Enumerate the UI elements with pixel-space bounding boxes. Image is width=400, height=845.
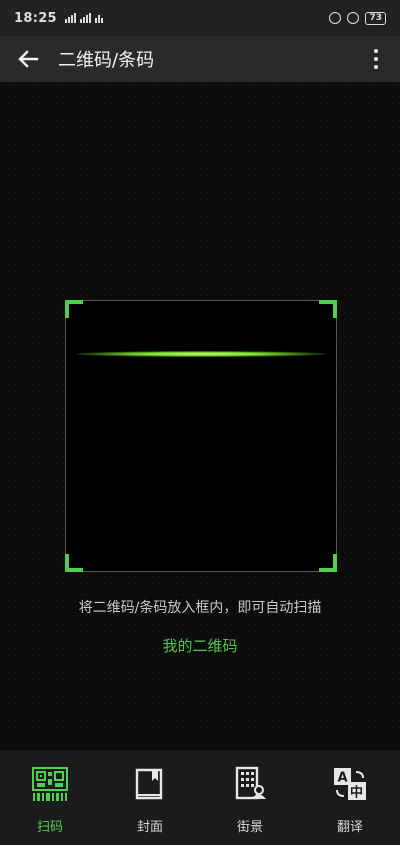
frame-corner [65, 300, 83, 318]
clock-icon [347, 12, 360, 24]
my-qr-code-link[interactable]: 我的二维码 [0, 635, 400, 656]
svg-text:中: 中 [350, 785, 363, 801]
tab-cover[interactable]: 封面 [100, 750, 200, 845]
frame-corner [65, 554, 83, 572]
status-bar: 18:25 73 [0, 0, 400, 36]
back-button[interactable] [0, 36, 56, 82]
tab-street-view[interactable]: 街景 [200, 750, 300, 845]
battery-icon: 73 [365, 11, 386, 25]
wifi-icon [94, 13, 103, 23]
frame-corner [319, 300, 337, 318]
tab-label: 扫码 [36, 820, 63, 835]
tab-scan[interactable]: 扫码 [0, 750, 100, 845]
translate-icon: A 中 [330, 764, 370, 804]
status-time: 18:25 [14, 10, 57, 26]
more-dot-icon [374, 49, 378, 53]
street-view-icon [230, 764, 270, 804]
frame-corner [319, 554, 337, 572]
more-dot-icon [374, 57, 378, 61]
tab-label: 街景 [236, 820, 263, 835]
alarm-icon [329, 12, 342, 24]
arrow-left-icon [18, 50, 39, 68]
book-cover-icon [130, 764, 170, 804]
tab-translate[interactable]: A 中 翻译 [300, 750, 400, 845]
svg-text:A: A [338, 771, 348, 786]
tab-label: 翻译 [336, 820, 363, 835]
signal-icon [79, 13, 91, 23]
scan-frame [65, 300, 337, 572]
camera-viewfinder: 将二维码/条码放入框内，即可自动扫描 我的二维码 [0, 82, 400, 750]
more-options-button[interactable] [352, 36, 400, 82]
more-dot-icon [374, 65, 378, 69]
signal-icons [64, 13, 103, 23]
scan-laser-line [76, 351, 326, 357]
tab-label: 封面 [136, 820, 163, 835]
nav-bar: 二维码/条码 [0, 36, 400, 82]
qr-scan-icon [30, 764, 70, 804]
page-title: 二维码/条码 [58, 50, 155, 71]
signal-icon [64, 13, 76, 23]
scan-hint: 将二维码/条码放入框内，即可自动扫描 [78, 600, 322, 616]
bottom-tab-bar: 扫码 封面 街景 A 中 翻译 [0, 750, 400, 845]
